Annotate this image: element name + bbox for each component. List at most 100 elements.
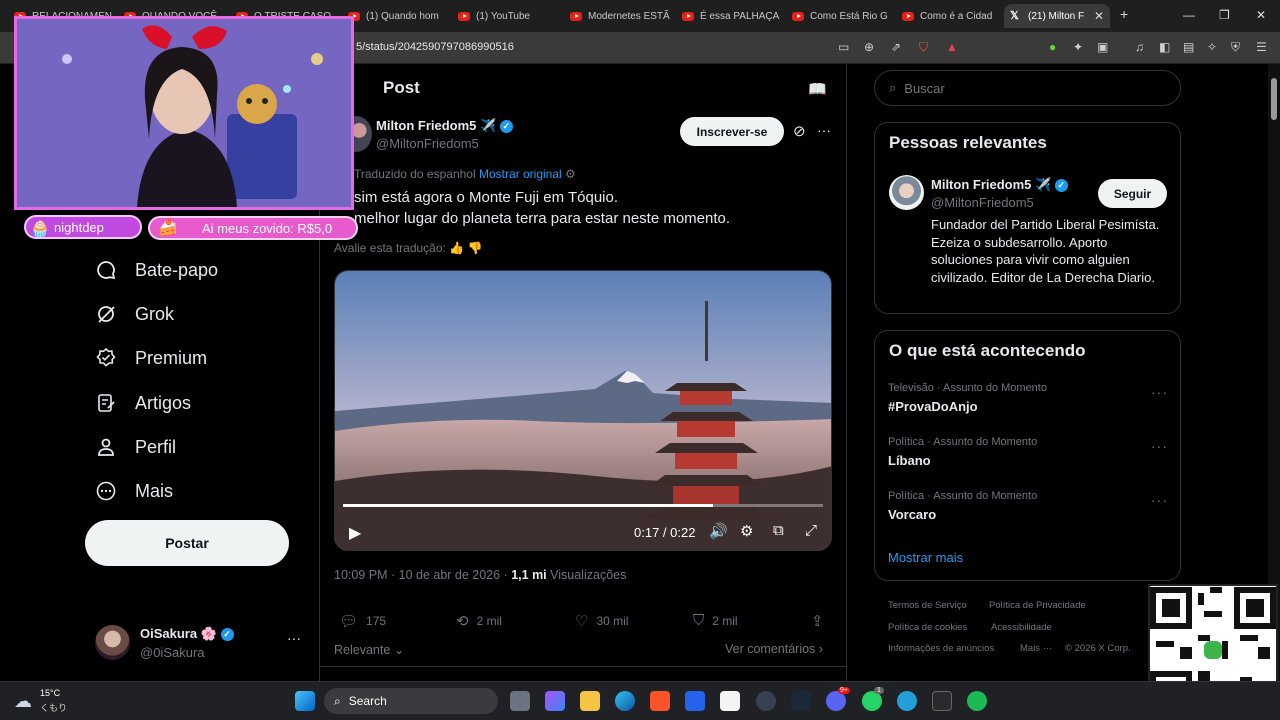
url-field[interactable]: 5/status/2042590797086990516 bbox=[356, 41, 514, 53]
follow-button[interactable]: Seguir bbox=[1098, 179, 1167, 208]
tab-close-icon[interactable]: ✕ bbox=[1094, 9, 1104, 23]
spotify-icon[interactable] bbox=[967, 691, 987, 711]
show-more-link[interactable]: Mostrar mais bbox=[888, 550, 963, 565]
capcut-icon[interactable] bbox=[720, 691, 740, 711]
new-tab-button[interactable]: + bbox=[1120, 6, 1128, 22]
more-options-icon[interactable]: ··· bbox=[817, 122, 831, 138]
taskbar-search[interactable]: ⌕ Search bbox=[324, 688, 498, 714]
telegram-icon[interactable] bbox=[897, 691, 917, 711]
nav-item-premium[interactable]: Premium bbox=[95, 347, 207, 369]
sort-dropdown[interactable]: Relevante ⌄ bbox=[334, 642, 404, 657]
browser-tab[interactable]: Como Está Rio G bbox=[786, 4, 894, 28]
volume-icon[interactable]: 🔊 bbox=[709, 522, 728, 540]
donation-alert: 🍰 Ai meus zovido: R$5,0 bbox=[148, 216, 358, 240]
cast-icon[interactable]: ▭ bbox=[838, 40, 849, 54]
fullscreen-icon[interactable]: ⤢ bbox=[805, 522, 817, 539]
start-icon[interactable] bbox=[295, 691, 315, 711]
more-options-icon[interactable]: ··· bbox=[1151, 438, 1168, 454]
youtube-icon bbox=[902, 11, 914, 21]
reader-mode-icon[interactable]: 📖 bbox=[808, 80, 827, 98]
steam-icon[interactable] bbox=[791, 691, 811, 711]
restore-button[interactable]: ❐ bbox=[1219, 8, 1230, 22]
settings-icon[interactable]: ⚙ bbox=[565, 167, 576, 181]
search-icon: ⌕ bbox=[334, 693, 341, 708]
more-options-icon[interactable]: ··· bbox=[1151, 384, 1168, 400]
account-switcher[interactable]: OiSakura 🌸 ✓ @0iSakura ··· bbox=[95, 624, 305, 664]
browser-tab[interactable]: (1) Quando hom bbox=[342, 4, 450, 28]
footer-link[interactable]: Política de Privacidade bbox=[989, 600, 1086, 611]
nav-item-profile[interactable]: Perfil bbox=[95, 436, 176, 458]
post-button[interactable]: Postar bbox=[85, 520, 289, 566]
post-timestamp[interactable]: 10:09 PM · 10 de abr de 2026 · bbox=[334, 568, 508, 582]
see-comments-link[interactable]: Ver comentários › bbox=[725, 642, 823, 656]
thumbs-down-icon[interactable]: 👎 bbox=[468, 241, 483, 255]
file-explorer-icon[interactable] bbox=[580, 691, 600, 711]
nav-item-articles[interactable]: Artigos bbox=[95, 392, 191, 414]
zoom-icon[interactable]: ⊕ bbox=[864, 40, 874, 54]
browser-tab[interactable]: Modernetes ESTÃ bbox=[564, 4, 674, 28]
wallet-icon[interactable]: ▣ bbox=[1097, 40, 1108, 54]
thumbs-up-icon[interactable]: 👍 bbox=[449, 241, 464, 255]
nav-item-more[interactable]: Mais bbox=[95, 480, 173, 502]
search-input[interactable]: ⌕ Buscar bbox=[874, 70, 1181, 106]
share-button[interactable]: ⇪ bbox=[811, 612, 824, 630]
store-icon[interactable] bbox=[685, 691, 705, 711]
footer-more-link[interactable]: Mais ··· bbox=[1020, 643, 1052, 654]
shield-icon[interactable]: ⛨ bbox=[1231, 40, 1240, 55]
browser-tab[interactable]: Como é a Cidad bbox=[896, 4, 1000, 28]
more-options-icon[interactable]: ··· bbox=[1151, 492, 1168, 508]
footer-link[interactable]: Acessibilidade bbox=[991, 622, 1052, 633]
nav-item-chat[interactable]: Bate-papo bbox=[95, 259, 218, 281]
copilot-icon[interactable] bbox=[545, 691, 565, 711]
share-icon[interactable]: ⇗ bbox=[891, 40, 901, 54]
trend-item[interactable]: Política · Assunto do Momento Vorcaro bbox=[888, 490, 1037, 522]
person-name[interactable]: Milton Friedom5 ✈️ bbox=[931, 177, 1051, 192]
nav-item-grok[interactable]: Grok bbox=[95, 303, 174, 325]
video-progress-bar[interactable] bbox=[343, 504, 823, 507]
brave-shield-icon[interactable]: ⛉ bbox=[919, 40, 928, 55]
author-name[interactable]: Milton Friedom5 ✈️ bbox=[376, 118, 496, 133]
vpn-icon[interactable]: ● bbox=[1049, 40, 1056, 54]
person-avatar[interactable] bbox=[889, 175, 924, 210]
play-icon[interactable]: ▶ bbox=[349, 523, 361, 543]
picture-in-picture-icon[interactable]: ⧉ bbox=[773, 522, 784, 539]
discord-icon[interactable] bbox=[826, 691, 846, 711]
reply-button[interactable]: 💬︎ 175 bbox=[339, 612, 386, 630]
extensions-icon[interactable]: ✦ bbox=[1073, 40, 1083, 54]
show-original-link[interactable]: Mostrar original bbox=[479, 167, 562, 181]
browser-tab-active[interactable]: 𝕏 (21) Milton F ✕ bbox=[1004, 4, 1110, 28]
footer-link[interactable]: Termos de Serviço bbox=[888, 600, 967, 611]
like-button[interactable]: ♡ 30 mil bbox=[575, 612, 628, 630]
edge-icon[interactable] bbox=[615, 691, 635, 711]
bookmark-button[interactable]: ⛉ 2 mil bbox=[693, 612, 738, 629]
epic-games-icon[interactable] bbox=[932, 691, 952, 711]
whatsapp-icon[interactable] bbox=[862, 691, 882, 711]
music-icon[interactable]: ♫ bbox=[1135, 40, 1144, 54]
footer-link[interactable]: Política de cookies bbox=[888, 622, 967, 633]
video-settings-icon[interactable]: ⚙ bbox=[740, 522, 753, 540]
trend-item[interactable]: Política · Assunto do Momento Líbano bbox=[888, 436, 1037, 468]
trend-item[interactable]: Televisão · Assunto do Momento #ProvaDoAn… bbox=[888, 382, 1047, 414]
obs-icon[interactable] bbox=[756, 691, 776, 711]
brave-rewards-icon[interactable]: ▲ bbox=[946, 40, 958, 54]
browser-tab[interactable]: (1) YouTube bbox=[452, 4, 562, 28]
browser-tab[interactable]: É essa PALHAÇA bbox=[676, 4, 784, 28]
author-handle[interactable]: @MiltonFriedom5 bbox=[376, 136, 479, 151]
scrollbar-thumb[interactable] bbox=[1271, 78, 1277, 120]
weather-icon[interactable]: ☁ bbox=[14, 691, 32, 712]
brave-icon[interactable] bbox=[650, 691, 670, 711]
footer-link[interactable]: Informações de anúncios bbox=[888, 643, 994, 654]
window-close-button[interactable]: ✕ bbox=[1256, 8, 1266, 22]
leo-icon[interactable]: ✧ bbox=[1207, 40, 1217, 54]
task-view-icon[interactable] bbox=[510, 691, 530, 711]
sidebar-icon[interactable]: ◧ bbox=[1159, 40, 1170, 54]
video-player[interactable]: ▶ 0:17 / 0:22 🔊 ⚙ ⧉ ⤢ bbox=[334, 270, 832, 551]
minimize-button[interactable]: — bbox=[1183, 8, 1195, 22]
repost-button[interactable]: ⟲ 2 mil bbox=[456, 612, 502, 630]
grok-icon[interactable]: ⊘ bbox=[793, 122, 806, 140]
subscribe-button[interactable]: Inscrever-se bbox=[680, 117, 784, 146]
wallet2-icon[interactable]: ▤ bbox=[1183, 40, 1194, 54]
person-bio: Fundador del Partido Liberal Pesimísta. … bbox=[931, 217, 1160, 285]
more-options-icon[interactable]: ··· bbox=[287, 630, 301, 646]
menu-icon[interactable]: ☰ bbox=[1256, 40, 1267, 54]
